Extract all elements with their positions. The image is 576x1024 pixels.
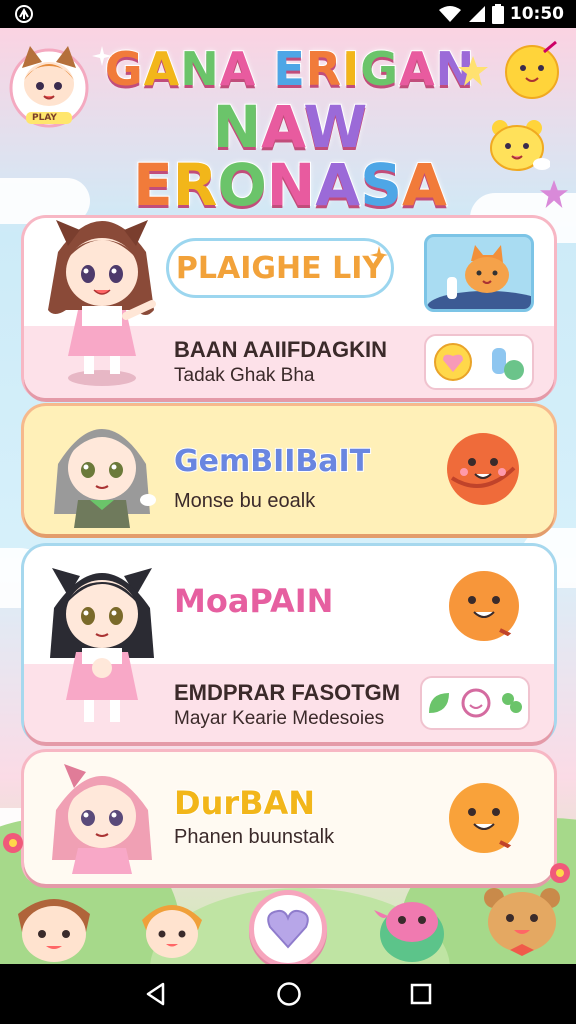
- card-2-subtitle: Monse bu eoalk: [174, 490, 316, 512]
- logo-text: PLAY: [32, 113, 57, 123]
- heart-icon: [267, 909, 309, 949]
- notification-icon: [15, 5, 33, 23]
- bear-character-icon: [484, 888, 560, 956]
- card-1-title: PLAIGHE LIY: [175, 250, 385, 287]
- heart-badge-icon: [433, 343, 472, 381]
- status-icons: 10:50: [438, 3, 564, 25]
- card-2-title: GemBIIBaIT: [173, 443, 371, 480]
- card-1-thumbnail[interactable]: [424, 234, 534, 312]
- card-1-title-bubble: PLAIGHE LIY: [166, 238, 394, 298]
- kid-character-icon: [142, 905, 202, 958]
- character-avatar-2: [54, 429, 156, 528]
- smiley-icon: [461, 688, 491, 718]
- title-line-1: GANA ERIGAN: [104, 42, 476, 96]
- card-1-heading: BAAN AAIIFDAGKIN: [174, 337, 388, 362]
- leaf-icon: [429, 693, 450, 713]
- wifi-icon: [438, 6, 461, 22]
- card-1-subtitle: Tadak Ghak Bha: [174, 365, 315, 386]
- home-icon[interactable]: [275, 980, 303, 1008]
- bird-mascot-icon: [374, 902, 444, 962]
- sparkle-icon: [370, 246, 388, 264]
- favorite-button[interactable]: [249, 890, 327, 968]
- flower-icon: [3, 833, 23, 853]
- status-time: 10:50: [509, 4, 564, 24]
- card-1-items-panel[interactable]: [424, 334, 534, 390]
- sparkle-icon: [92, 46, 112, 66]
- bear-mascot-icon: [490, 120, 550, 171]
- recents-icon[interactable]: [409, 982, 433, 1006]
- status-bar: 10:50: [0, 0, 576, 28]
- yellow-mascot-icon[interactable]: [444, 776, 524, 856]
- card-3-heading: EMDPRAR FASOTGM: [174, 680, 401, 705]
- page-title: GANA ERIGAN NAW ERONASA: [90, 42, 490, 219]
- boy-character-icon: [18, 899, 90, 962]
- title-line-2: NAW ERONASA: [132, 93, 448, 219]
- card-3-subtitle: Mayar Kearie Medesoies: [174, 708, 385, 729]
- back-icon[interactable]: [143, 981, 169, 1007]
- ball-mascot-icon[interactable]: [442, 428, 524, 510]
- orange-mascot-icon[interactable]: [444, 564, 524, 644]
- character-avatar-1: [48, 220, 156, 386]
- signal-icon: [468, 6, 485, 22]
- star-icon: [458, 56, 488, 86]
- navigation-bar: [0, 964, 576, 1024]
- card-4-title: DurBAN: [173, 783, 316, 823]
- clover-icon: [501, 693, 522, 713]
- card-3-items-panel[interactable]: [420, 676, 530, 730]
- character-avatar-4: [52, 764, 152, 874]
- app-logo[interactable]: PLAY: [8, 40, 90, 130]
- character-avatar-3: [50, 568, 154, 722]
- potion-icon: [491, 348, 524, 380]
- card-3-title: MoaPAIN: [173, 581, 334, 621]
- battery-icon: [491, 4, 504, 24]
- chick-mascot-icon[interactable]: [502, 40, 562, 100]
- purple-star-icon: [540, 180, 568, 208]
- card-4-subtitle: Phanen buunstalk: [174, 826, 335, 848]
